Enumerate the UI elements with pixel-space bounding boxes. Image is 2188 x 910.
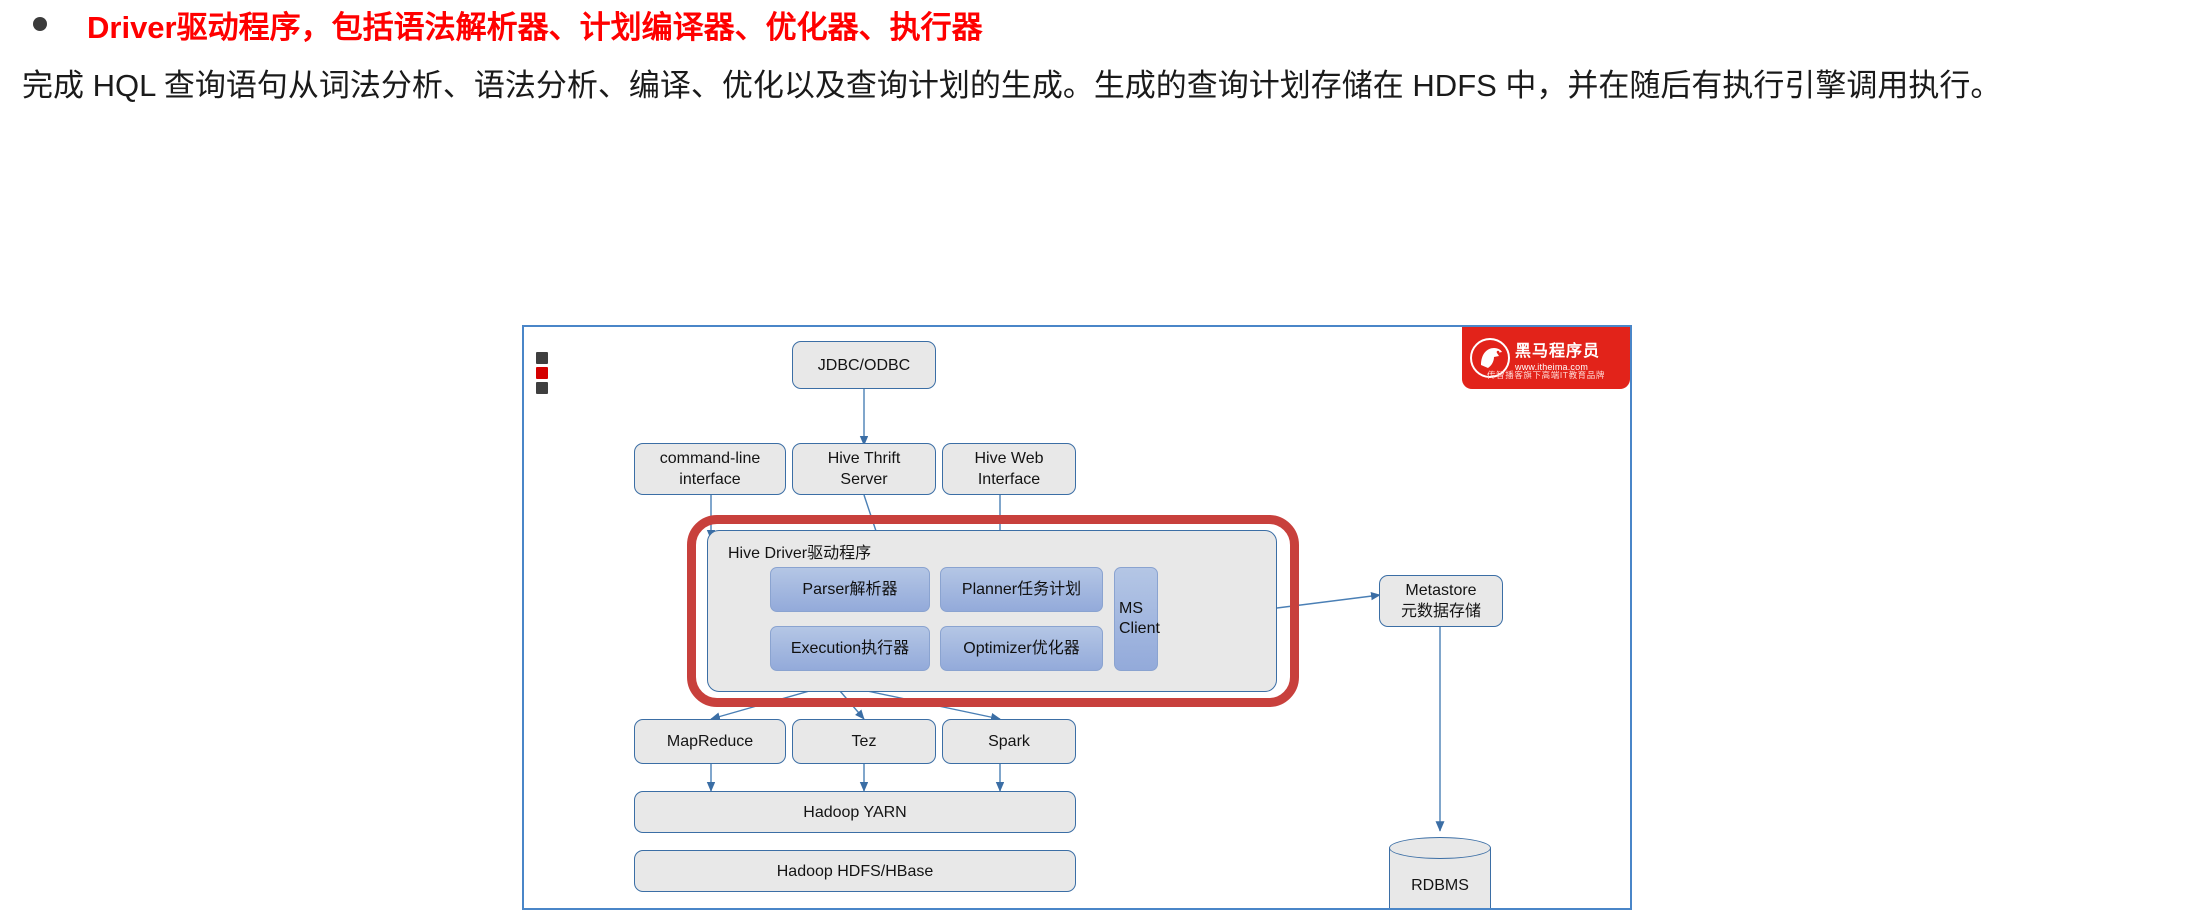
node-label: Hadoop HDFS/HBase: [776, 862, 934, 880]
node-hive-web-interface[interactable]: Hive Web Interface: [942, 443, 1076, 495]
node-jdbc-odbc[interactable]: JDBC/ODBC: [792, 341, 936, 389]
brand-logo: 黑马程序员 www.itheima.com 传智播客旗下高端IT教育品牌: [1462, 327, 1630, 389]
node-parser[interactable]: Parser解析器: [770, 567, 930, 612]
node-hadoop-yarn[interactable]: Hadoop YARN: [634, 791, 1076, 833]
node-rdbms[interactable]: RDBMS: [1389, 837, 1491, 908]
node-label: Parser解析器: [802, 580, 898, 598]
marker-square-top-icon: [536, 352, 548, 364]
node-label: command-line interface: [659, 450, 761, 488]
node-hive-thrift-server[interactable]: Hive Thrift Server: [792, 443, 936, 495]
page-title: Driver驱动程序，包括语法解析器、计划编译器、优化器、执行器: [87, 9, 983, 45]
brand-name: 黑马程序员: [1515, 343, 1601, 360]
node-label: Execution执行器: [790, 639, 910, 657]
marker-square-middle-icon: [536, 367, 548, 379]
hive-driver-title: Hive Driver驱动程序: [728, 545, 872, 562]
node-ms-client[interactable]: MS Client: [1114, 567, 1160, 671]
node-label: JDBC/ODBC: [817, 356, 911, 374]
brand-text-group: 黑马程序员 www.itheima.com: [1515, 344, 1600, 372]
hive-driver-panel[interactable]: Hive Driver驱动程序 Parser解析器 Planner任务计划 Ex…: [707, 530, 1277, 692]
node-label: Tez: [851, 733, 877, 750]
hive-architecture-diagram: 黑马程序员 www.itheima.com 传智播客旗下高端IT教育品牌 JDB…: [522, 325, 1632, 910]
node-label: Hive Thrift Server: [827, 450, 901, 488]
node-planner[interactable]: Planner任务计划: [940, 567, 1103, 612]
marker-square-bottom-icon: [536, 382, 548, 394]
node-spark[interactable]: Spark: [942, 719, 1076, 764]
heading-row: Driver驱动程序，包括语法解析器、计划编译器、优化器、执行器: [0, 0, 2188, 48]
node-label: MapReduce: [666, 733, 754, 750]
node-label: Hadoop YARN: [803, 803, 907, 821]
node-mapreduce[interactable]: MapReduce: [634, 719, 786, 764]
node-label: RDBMS: [1411, 877, 1469, 894]
node-execution[interactable]: Execution执行器: [770, 626, 930, 671]
node-optimizer[interactable]: Optimizer优化器: [940, 626, 1103, 671]
node-label: Metastore 元数据存储: [1400, 582, 1481, 620]
node-command-line-interface[interactable]: command-line interface: [634, 443, 786, 495]
node-label: Spark: [988, 733, 1030, 750]
node-tez[interactable]: Tez: [792, 719, 936, 764]
node-label: Optimizer优化器: [963, 639, 1080, 657]
brand-tagline: 传智播客旗下高端IT教育品牌: [1487, 370, 1605, 380]
node-label: Planner任务计划: [961, 580, 1082, 598]
body-paragraph: 完成 HQL 查询语句从词法分析、语法分析、编译、优化以及查询计划的生成。生成的…: [22, 68, 2002, 103]
node-hadoop-hdfs-hbase[interactable]: Hadoop HDFS/HBase: [634, 850, 1076, 892]
node-metastore[interactable]: Metastore 元数据存储: [1379, 575, 1503, 627]
bullet-icon: [33, 17, 47, 31]
node-label: Hive Web Interface: [974, 450, 1044, 488]
rdbms-cylinder-top: [1389, 837, 1491, 859]
node-label: MS Client: [1119, 600, 1160, 637]
